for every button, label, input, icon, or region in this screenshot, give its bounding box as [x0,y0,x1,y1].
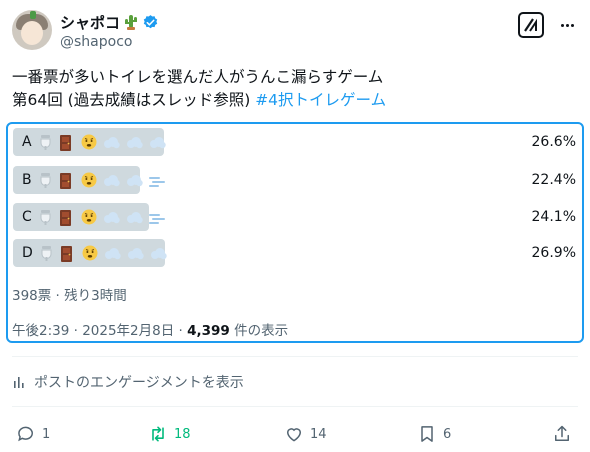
view-count-suffix: 件の表示 [229,323,289,339]
like-button[interactable]: 14 [284,420,327,448]
wind-icon [103,136,120,148]
wind-icon [126,136,143,148]
author-name-row: シャポコ [60,12,159,32]
wind-icon [103,211,120,223]
anxious-face-icon [81,134,97,150]
poll-option-label: C [22,203,166,231]
analytics-icon [14,377,24,388]
wind-icon [126,211,143,223]
poll-option-letter: B [22,172,32,188]
urinal-icon [40,210,51,225]
post-time[interactable]: 午後2:39 · 2025年2月8日 · [12,323,187,339]
cactus-icon [125,15,138,30]
author-handle[interactable]: @shapoco [60,34,132,50]
poll-option-label: A [22,128,166,156]
like-count: 14 [310,426,327,442]
poll-option-percent: 22.4% [531,172,576,188]
heart-icon [286,428,302,442]
anxious-face-icon [82,245,98,261]
avatar[interactable] [12,10,52,50]
more-options-icon[interactable] [556,14,578,36]
door-icon [59,172,71,189]
reply-icon [18,426,33,442]
grok-glyph-icon [524,18,537,32]
poll-option-label: D [22,239,167,267]
grok-icon[interactable] [518,12,544,38]
poll-option[interactable]: D 26.9% [13,239,579,267]
view-count: 4,399 [187,323,230,339]
door-icon [60,245,72,262]
poll-option-percent: 26.9% [531,245,576,261]
display-name[interactable]: シャポコ [60,12,120,33]
repost-count: 18 [174,426,191,442]
wind-icon [104,247,121,259]
share-button[interactable] [552,420,572,448]
tweet-text: 一番票が多いトイレを選んだ人がうんこ漏らすゲーム 第64回 (過去成績はスレッド… [12,66,578,112]
reply-count: 1 [42,426,51,442]
tweet-line-2: 第64回 (過去成績はスレッド参照) #4択トイレゲーム [12,89,578,112]
poll-option[interactable]: B 22.4% [13,166,579,194]
door-icon [59,209,71,226]
action-bar: 1 18 14 6 [0,420,590,448]
anxious-face-icon [81,172,97,188]
poll-option-letter: D [22,245,33,261]
engagement-link-label: ポストのエンゲージメントを表示 [34,375,244,391]
dash-icon [148,176,165,187]
hashtag-link[interactable]: #4択トイレゲーム [255,91,386,109]
poll-option[interactable]: C 24.1% [13,203,579,231]
repost-button[interactable]: 18 [148,420,191,448]
wind-icon [150,247,167,259]
post-timestamp: 午後2:39 · 2025年2月8日 · 4,399 件の表示 [12,319,288,339]
wind-icon [126,174,143,186]
wind-icon [149,136,166,148]
door-icon [59,134,71,151]
anxious-face-icon [81,209,97,225]
dash-icon [148,213,165,224]
wind-icon [103,174,120,186]
divider [12,406,578,407]
post-header: シャポコ @shapoco [0,0,590,64]
urinal-icon [41,246,52,261]
engagement-link[interactable]: ポストのエンゲージメントを表示 [12,372,244,392]
poll-option[interactable]: A 26.6% [13,128,579,156]
poll-status: 398票 · 残り3時間 [12,288,127,304]
poll-card: A 26.6% B 22.4% C 24.1% D 26.9% 398票 · 残り3時間 午後… [6,122,584,343]
reply-button[interactable]: 1 [16,420,50,448]
repost-icon [152,426,164,442]
wind-icon [127,247,144,259]
poll-option-percent: 26.6% [531,134,576,150]
divider [12,356,578,357]
poll-option-letter: C [22,209,32,225]
verified-badge-icon [143,14,158,28]
poll-option-letter: A [22,134,32,150]
urinal-icon [40,135,51,150]
share-icon [555,425,569,441]
bookmark-count: 6 [443,426,452,442]
tweet-line-1: 一番票が多いトイレを選んだ人がうんこ漏らすゲーム [12,68,384,86]
urinal-icon [40,173,51,188]
tweet-line-2-text: 第64回 (過去成績はスレッド参照) [12,91,256,109]
poll-option-label: B [22,166,166,194]
bookmark-icon [421,426,433,442]
bookmark-button[interactable]: 6 [417,420,451,448]
poll-option-percent: 24.1% [531,209,576,225]
